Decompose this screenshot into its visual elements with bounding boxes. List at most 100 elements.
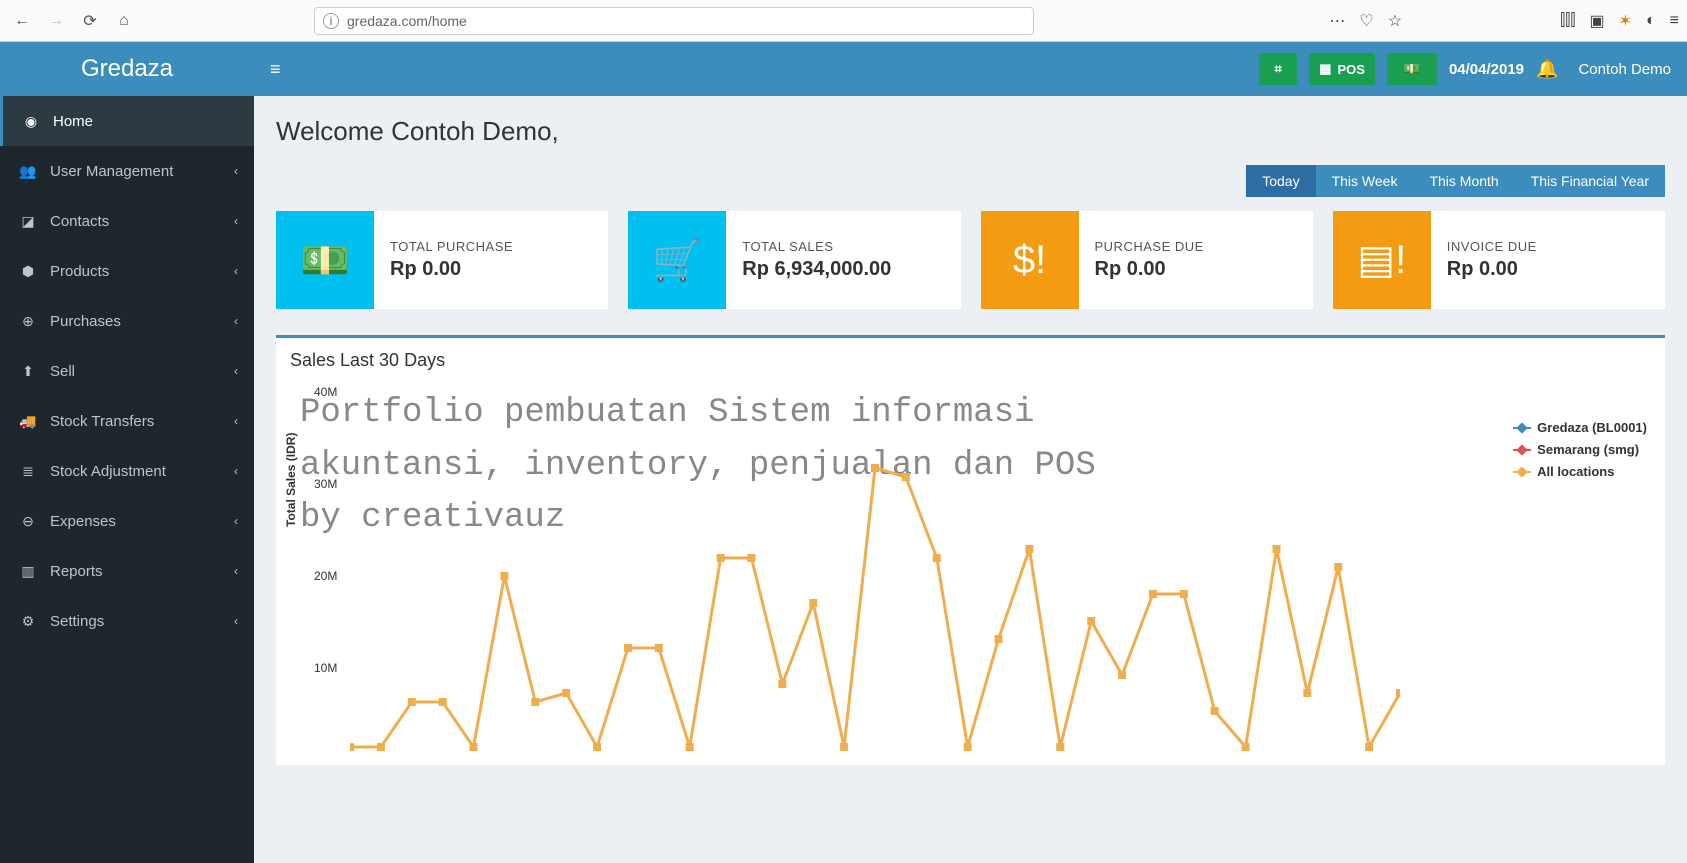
- chart-legend: Gredaza (BL0001) Semarang (smg) All loca…: [1513, 417, 1647, 483]
- chevron-left-icon: ‹: [234, 164, 238, 178]
- legend-swatch-icon: [1513, 471, 1531, 473]
- user-menu[interactable]: Contoh Demo: [1578, 61, 1671, 78]
- sidebar-item-label: Settings: [50, 613, 104, 630]
- sidebar-item-stock-transfers[interactable]: 🚚 Stock Transfers ‹: [0, 396, 254, 446]
- chart-ytick: 30M: [314, 477, 337, 491]
- legend-label: Semarang (smg): [1537, 439, 1639, 461]
- sidebar-item-stock-adjustment[interactable]: ≣ Stock Adjustment ‹: [0, 446, 254, 496]
- chart-title: Sales Last 30 Days: [290, 350, 1651, 371]
- page-actions-icon[interactable]: ⋯: [1329, 11, 1345, 31]
- bar-chart-icon: ▥: [16, 563, 40, 580]
- book-icon: ◪: [16, 213, 40, 230]
- sidebar-item-sell[interactable]: ⬆ Sell ‹: [0, 346, 254, 396]
- grid-icon: ▦: [1319, 61, 1331, 77]
- sidebar-item-contacts[interactable]: ◪ Contacts ‹: [0, 196, 254, 246]
- back-button[interactable]: ←: [8, 7, 36, 35]
- chevron-left-icon: ‹: [234, 314, 238, 328]
- sidebar: Gredaza ◉ Home 👥 User Management ‹ ◪ Con…: [0, 42, 254, 863]
- bookmark-icon[interactable]: ☆: [1388, 11, 1402, 31]
- menu-icon[interactable]: ≡: [1670, 12, 1679, 30]
- minus-circle-icon: ⊖: [16, 513, 40, 530]
- chart-ylabel: Total Sales (IDR): [284, 433, 298, 527]
- legend-item[interactable]: Semarang (smg): [1513, 439, 1647, 461]
- legend-swatch-icon: [1513, 449, 1531, 451]
- card-invoice-due[interactable]: ▤! INVOICE DUE Rp 0.00: [1333, 211, 1665, 309]
- card-label: TOTAL PURCHASE: [390, 239, 513, 254]
- card-label: TOTAL SALES: [742, 239, 891, 254]
- card-value: Rp 0.00: [390, 258, 513, 281]
- main: ≡ ⌗ ▦POS 💵 04/04/2019 🔔 Contoh Demo Welc…: [254, 42, 1687, 863]
- cash-icon: 💵: [1404, 61, 1420, 77]
- sidebar-item-label: Expenses: [50, 513, 116, 530]
- stack-icon: ≣: [16, 463, 40, 480]
- up-circle-icon: ⬆: [16, 363, 40, 380]
- pos-button[interactable]: ▦POS: [1309, 53, 1375, 85]
- sidebar-item-user-management[interactable]: 👥 User Management ‹: [0, 146, 254, 196]
- legend-label: All locations: [1537, 461, 1614, 483]
- content: Welcome Contoh Demo, Today This Week Thi…: [254, 96, 1687, 785]
- cubes-icon: ⬢: [16, 263, 40, 280]
- users-icon: 👥: [16, 163, 40, 180]
- forward-button[interactable]: →: [42, 7, 70, 35]
- home-button[interactable]: ⌂: [110, 7, 138, 35]
- cart-icon: 🛒: [628, 211, 726, 309]
- card-total-purchase[interactable]: 💵 TOTAL PURCHASE Rp 0.00: [276, 211, 608, 309]
- sidebar-toggle-button[interactable]: ≡: [270, 59, 281, 80]
- url-bar[interactable]: i gredaza.com/home: [314, 7, 1034, 35]
- chart-ytick: 40M: [314, 385, 337, 399]
- card-value: Rp 6,934,000.00: [742, 258, 891, 281]
- card-label: PURCHASE DUE: [1095, 239, 1204, 254]
- addon-icon[interactable]: ✶: [1619, 11, 1632, 31]
- card-total-sales[interactable]: 🛒 TOTAL SALES Rp 6,934,000.00: [628, 211, 960, 309]
- filter-this-week[interactable]: This Week: [1316, 165, 1414, 197]
- sidebar-item-label: Reports: [50, 563, 103, 580]
- card-value: Rp 0.00: [1095, 258, 1204, 281]
- chevron-left-icon: ‹: [234, 214, 238, 228]
- chevron-left-icon: ‹: [234, 264, 238, 278]
- gear-icon: ⚙: [16, 613, 40, 630]
- legend-item[interactable]: Gredaza (BL0001): [1513, 417, 1647, 439]
- sidebar-item-purchases[interactable]: ⊕ Purchases ‹: [0, 296, 254, 346]
- filter-financial-year[interactable]: This Financial Year: [1515, 165, 1665, 197]
- calculator-button[interactable]: ⌗: [1259, 53, 1297, 85]
- site-info-icon[interactable]: i: [323, 13, 339, 29]
- date-filter-group: Today This Week This Month This Financia…: [276, 165, 1665, 197]
- chevron-left-icon: ‹: [234, 414, 238, 428]
- reader-icon[interactable]: ♡: [1359, 11, 1373, 31]
- cash-register-button[interactable]: 💵: [1387, 53, 1437, 85]
- chevron-left-icon: ‹: [234, 364, 238, 378]
- chart-area: Portfolio pembuatan Sistem informasi aku…: [290, 377, 1651, 757]
- calculator-icon: ⌗: [1275, 61, 1282, 77]
- sidebar-item-label: Stock Adjustment: [50, 463, 166, 480]
- sidebar-item-products[interactable]: ⬢ Products ‹: [0, 246, 254, 296]
- legend-label: Gredaza (BL0001): [1537, 417, 1647, 439]
- chevron-left-icon: ‹: [234, 514, 238, 528]
- sidebar-item-home[interactable]: ◉ Home: [0, 96, 254, 146]
- sidebar-item-settings[interactable]: ⚙ Settings ‹: [0, 596, 254, 646]
- dollar-warning-icon: $!: [981, 211, 1079, 309]
- current-date: 04/04/2019: [1449, 61, 1524, 78]
- browser-toolbar: ← → ⟳ ⌂ i gredaza.com/home ⋯ ♡ ☆ ⫿⫿⫿ ▣ ✶…: [0, 0, 1687, 42]
- filter-today[interactable]: Today: [1246, 165, 1315, 197]
- profile-icon[interactable]: ◐: [1646, 12, 1656, 30]
- card-purchase-due[interactable]: $! PURCHASE DUE Rp 0.00: [981, 211, 1313, 309]
- sidebar-item-expenses[interactable]: ⊖ Expenses ‹: [0, 496, 254, 546]
- chart-ytick: 10M: [314, 661, 337, 675]
- page-title: Welcome Contoh Demo,: [276, 116, 1665, 147]
- money-icon: 💵: [276, 211, 374, 309]
- card-value: Rp 0.00: [1447, 258, 1537, 281]
- sidebar-item-reports[interactable]: ▥ Reports ‹: [0, 546, 254, 596]
- stat-cards: 💵 TOTAL PURCHASE Rp 0.00 🛒 TOTAL SALES R…: [276, 211, 1665, 309]
- filter-this-month[interactable]: This Month: [1413, 165, 1514, 197]
- topbar: ≡ ⌗ ▦POS 💵 04/04/2019 🔔 Contoh Demo: [254, 42, 1687, 96]
- sidebar-item-label: Products: [50, 263, 109, 280]
- chevron-left-icon: ‹: [234, 464, 238, 478]
- legend-item[interactable]: All locations: [1513, 461, 1647, 483]
- notifications-button[interactable]: 🔔: [1536, 59, 1558, 80]
- reload-button[interactable]: ⟳: [76, 7, 104, 35]
- url-text: gredaza.com/home: [347, 13, 467, 29]
- brand-logo[interactable]: Gredaza: [0, 42, 254, 96]
- sidebar-icon[interactable]: ▣: [1589, 11, 1604, 31]
- chevron-left-icon: ‹: [234, 564, 238, 578]
- library-icon[interactable]: ⫿⫿⫿: [1560, 12, 1575, 30]
